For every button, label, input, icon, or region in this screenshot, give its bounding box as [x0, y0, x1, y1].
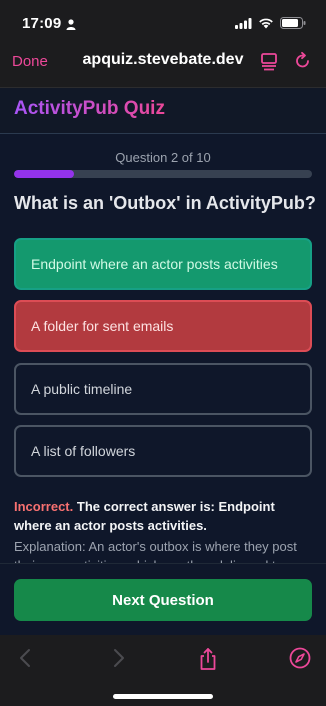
- progress-bar: [14, 170, 312, 178]
- progress-fill: [14, 170, 74, 178]
- answer-option[interactable]: A list of followers: [14, 425, 312, 477]
- reader-icon[interactable]: [260, 51, 278, 76]
- home-indicator: [113, 694, 213, 699]
- feedback-verdict: Incorrect.: [14, 499, 74, 514]
- progress-label: Question 2 of 10: [115, 150, 211, 165]
- answer-label: A public timeline: [31, 381, 133, 397]
- battery-icon: [280, 16, 306, 34]
- wifi-icon: [258, 16, 274, 34]
- share-icon[interactable]: [198, 647, 218, 676]
- answer-label: Endpoint where an actor posts activities: [31, 256, 278, 272]
- status-indicators: [235, 16, 306, 34]
- next-question-button[interactable]: Next Question: [14, 579, 312, 621]
- bottom-panel: Next Question: [0, 563, 326, 635]
- forward-icon[interactable]: [108, 647, 128, 674]
- answer-option-correct[interactable]: Endpoint where an actor posts activities: [14, 238, 312, 290]
- browser-bar: Done apquiz.stevebate.dev: [0, 44, 326, 88]
- reload-icon[interactable]: [294, 51, 312, 76]
- app-title[interactable]: ActivityPub Quiz: [14, 98, 165, 120]
- explanation-text: Explanation: An actor's outbox is where …: [14, 539, 297, 565]
- person-icon: [66, 17, 76, 35]
- answer-option[interactable]: A public timeline: [14, 363, 312, 415]
- app-header: ActivityPub Quiz: [0, 88, 326, 134]
- signal-icon: [235, 16, 252, 34]
- answer-label: A list of followers: [31, 443, 136, 459]
- compass-icon[interactable]: [289, 647, 311, 674]
- question-text: What is an 'Outbox' in ActivityPub?: [14, 193, 316, 213]
- answer-option-selected-incorrect[interactable]: A folder for sent emails: [14, 300, 312, 352]
- back-icon[interactable]: [16, 647, 36, 674]
- feedback-message: The correct answer is:: [76, 499, 215, 514]
- status-time: 17:09: [22, 15, 62, 32]
- answer-label: A folder for sent emails: [31, 318, 174, 334]
- status-bar: 17:09: [0, 0, 326, 44]
- feedback-text: Incorrect. The correct answer is: Endpoi…: [14, 497, 314, 535]
